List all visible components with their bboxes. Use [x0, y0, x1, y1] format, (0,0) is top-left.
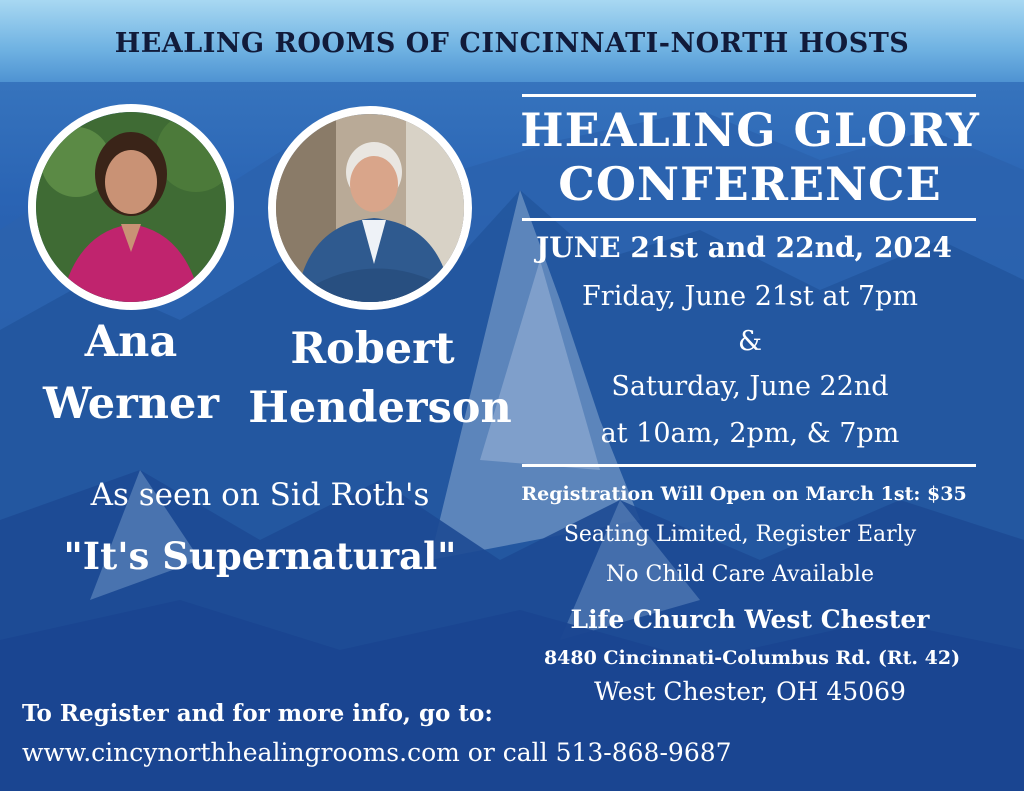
friday-schedule: Friday, June 21st at 7pm: [582, 281, 918, 312]
event-dates: JUNE 21st and 22nd, 2024: [536, 231, 952, 264]
speaker-photo-ana: [28, 104, 234, 310]
ampersand: &: [737, 326, 763, 357]
conference-title-line2: CONFERENCE: [558, 157, 942, 211]
conference-title-line1: HEALING GLORY: [520, 103, 980, 157]
registration-open: Registration Will Open on March 1st: $35: [521, 483, 967, 505]
schedule-rule: [522, 464, 976, 467]
childcare-note: No Child Care Available: [606, 562, 874, 587]
conference-flyer: HEALING ROOMS OF CINCINNATI-NORTH HOSTS …: [0, 0, 1024, 791]
title-rule-top: [522, 94, 976, 97]
saturday-schedule: Saturday, June 22nd: [611, 371, 889, 402]
seating-note: Seating Limited, Register Early: [563, 522, 917, 547]
saturday-times: at 10am, 2pm, & 7pm: [600, 418, 900, 449]
speaker-first-name: Robert: [290, 324, 455, 374]
speaker-first-name: Ana: [84, 317, 178, 367]
contact-prompt: To Register and for more info, go to:: [22, 700, 493, 727]
venue-street: 8480 Cincinnati-Columbus Rd. (Rt. 42): [543, 647, 961, 669]
speaker-last-name: Henderson: [248, 383, 512, 433]
speaker-last-name: Werner: [42, 379, 220, 429]
contact-line: www.cincynorthhealingrooms.com or call 5…: [22, 738, 732, 767]
seen-on-text: As seen on Sid Roth's: [90, 477, 430, 513]
speaker-photo-robert: [268, 106, 472, 310]
host-line: HEALING ROOMS OF CINCINNATI-NORTH HOSTS: [114, 28, 910, 59]
title-rule-bottom: [522, 218, 976, 221]
venue-name: Life Church West Chester: [570, 605, 930, 634]
show-title: "It's Supernatural": [63, 534, 457, 578]
venue-city: West Chester, OH 45069: [594, 677, 906, 706]
